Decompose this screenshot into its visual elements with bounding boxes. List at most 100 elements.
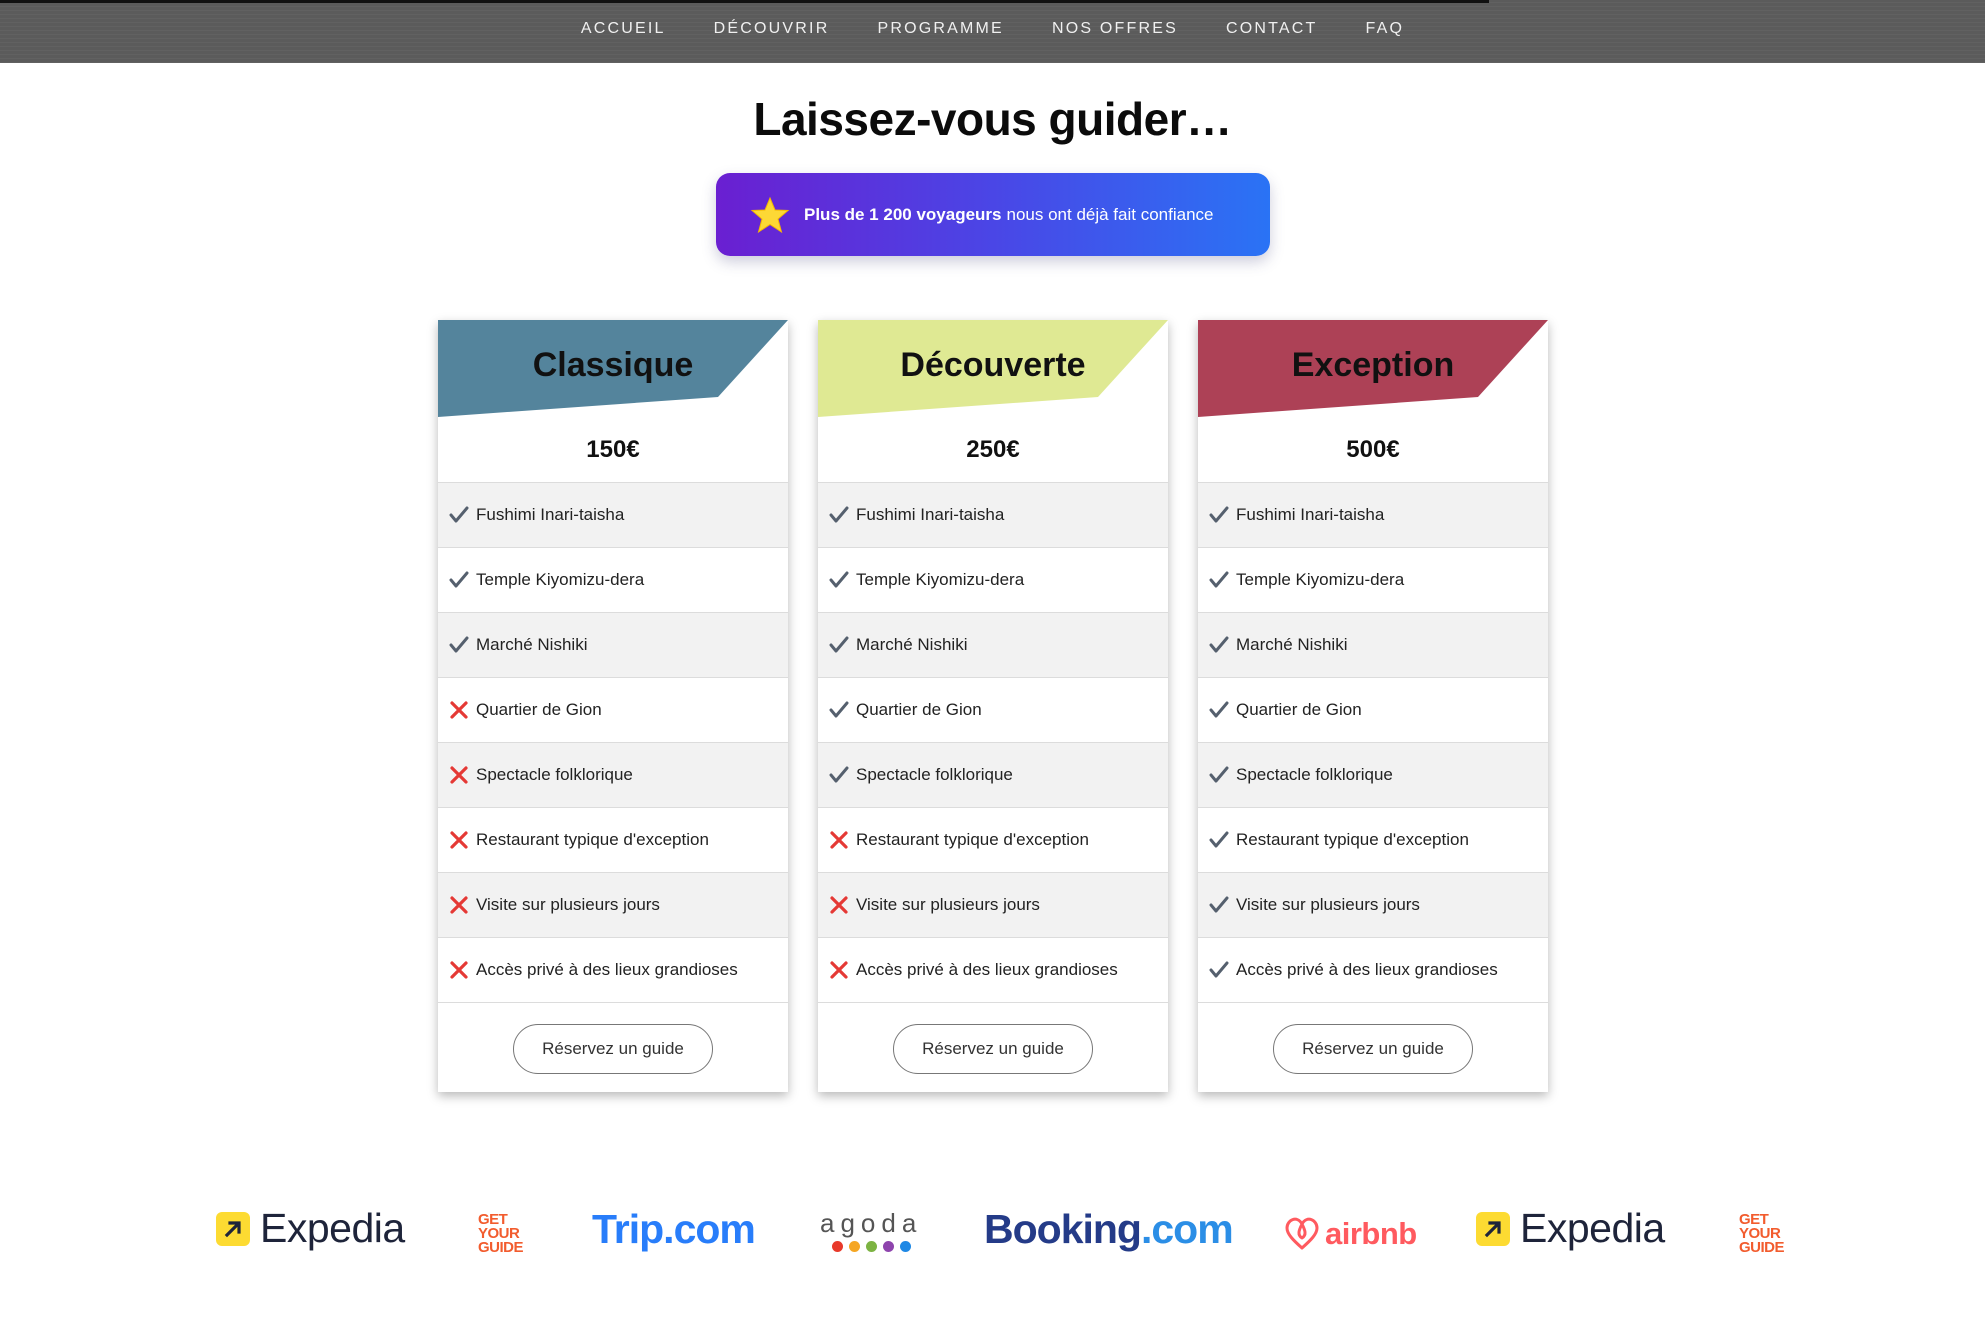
booking-suffix: .com [1140, 1206, 1234, 1252]
feature-row: Accès privé à des lieux grandioses [818, 938, 1168, 1003]
cross-icon [448, 829, 470, 851]
trust-text: nous ont déjà fait confiance [1006, 204, 1214, 224]
feature-row: Spectacle folklorique [818, 743, 1168, 808]
getyourguide-logo: GET YOUR GUIDE [478, 1212, 532, 1256]
feature-label: Spectacle folklorique [476, 765, 633, 784]
nav-item-nos-offres[interactable]: NOS OFFRES [1028, 20, 1202, 38]
feature-row: Restaurant typique d'exception [438, 808, 788, 873]
feature-label: Quartier de Gion [856, 700, 982, 719]
feature-row: Visite sur plusieurs jours [438, 873, 788, 938]
booking-logo: Booking .com [984, 1206, 1234, 1253]
cross-icon [448, 699, 470, 721]
nav-item-accueil[interactable]: ACCUEIL [557, 20, 690, 38]
feature-row: Fushimi Inari-taisha [1198, 483, 1548, 548]
feature-row: Temple Kiyomizu-dera [818, 548, 1168, 613]
airbnb-wordmark: airbnb [1325, 1215, 1417, 1251]
nav-item-faq[interactable]: FAQ [1342, 20, 1429, 38]
check-icon [448, 569, 470, 591]
check-icon [1208, 764, 1230, 786]
feature-label: Accès privé à des lieux grandioses [476, 960, 738, 979]
nav-menu: ACCUEIL DÉCOUVRIR PROGRAMME NOS OFFRES C… [0, 0, 1985, 63]
feature-label: Restaurant typique d'exception [476, 830, 709, 849]
cross-icon [828, 959, 850, 981]
feature-label: Visite sur plusieurs jours [1236, 895, 1420, 914]
feature-label: Accès privé à des lieux grandioses [1236, 960, 1498, 979]
feature-row: Spectacle folklorique [1198, 743, 1548, 808]
nav-item-contact[interactable]: CONTACT [1202, 20, 1342, 38]
feature-label: Quartier de Gion [476, 700, 602, 719]
feature-label: Visite sur plusieurs jours [856, 895, 1040, 914]
arrow-up-right-icon [216, 1211, 250, 1246]
expedia-wordmark: Expedia [1520, 1205, 1665, 1251]
feature-label: Temple Kiyomizu-dera [1236, 570, 1405, 589]
airbnb-logo: airbnb [1283, 1210, 1417, 1257]
card-footer: Réservez un guide [818, 1003, 1168, 1092]
cross-icon [828, 894, 850, 916]
check-icon [828, 569, 850, 591]
feature-row: Quartier de Gion [1198, 678, 1548, 743]
feature-label: Marché Nishiki [476, 635, 588, 654]
feature-row: Fushimi Inari-taisha [818, 483, 1168, 548]
card-header: Découverte [818, 320, 1168, 417]
feature-row: Quartier de Gion [438, 678, 788, 743]
trust-highlight: Plus de 1 200 voyageurs [804, 204, 1002, 224]
feature-label: Temple Kiyomizu-dera [476, 570, 645, 589]
feature-row: Fushimi Inari-taisha [438, 483, 788, 548]
trust-banner: Plus de 1 200 voyageurs nous ont déjà fa… [716, 173, 1270, 256]
feature-row: Visite sur plusieurs jours [1198, 873, 1548, 938]
card-footer: Réservez un guide [438, 1003, 788, 1092]
check-icon [828, 699, 850, 721]
cross-icon [448, 764, 470, 786]
pricing-card: Exception 500€ Fushimi Inari-taisha Temple … [1198, 320, 1548, 1092]
gyg-line: GUIDE [478, 1239, 524, 1256]
agoda-logo: agoda [820, 1208, 922, 1252]
feature-row: Marché Nishiki [1198, 613, 1548, 678]
feature-label: Fushimi Inari-taisha [1236, 505, 1385, 524]
star-icon [750, 195, 790, 235]
card-header: Exception [1198, 320, 1548, 417]
getyourguide-logo: GET YOUR GUIDE [1739, 1212, 1793, 1255]
agoda-dots-icon [831, 1241, 911, 1252]
check-icon [1208, 959, 1230, 981]
feature-label: Accès privé à des lieux grandioses [856, 960, 1118, 979]
expedia-logo: Expedia [216, 1205, 405, 1252]
arrow-up-right-icon [1476, 1211, 1510, 1246]
feature-label: Visite sur plusieurs jours [476, 895, 660, 914]
feature-label: Marché Nishiki [1236, 635, 1348, 654]
feature-label: Fushimi Inari-taisha [476, 505, 625, 524]
plan-price: 500€ [1198, 417, 1548, 483]
cross-icon [828, 829, 850, 851]
check-icon [828, 764, 850, 786]
expedia-logo: Expedia [1476, 1205, 1665, 1252]
trip-wordmark: Trip.com [592, 1206, 756, 1252]
booking-wordmark: Booking [984, 1206, 1142, 1252]
check-icon [1208, 504, 1230, 526]
check-icon [828, 504, 850, 526]
nav-item-decouvrir[interactable]: DÉCOUVRIR [690, 20, 854, 38]
plan-name: Exception [1291, 346, 1455, 384]
feature-row: Accès privé à des lieux grandioses [1198, 938, 1548, 1003]
top-navbar: ACCUEIL DÉCOUVRIR PROGRAMME NOS OFFRES C… [0, 0, 1985, 63]
page-title: Laissez-vous guider… [753, 93, 1232, 145]
feature-label: Fushimi Inari-taisha [856, 505, 1005, 524]
reserve-guide-button[interactable]: Réservez un guide [1273, 1023, 1473, 1074]
feature-row: Marché Nishiki [818, 613, 1168, 678]
plan-price: 150€ [438, 417, 788, 483]
check-icon [1208, 699, 1230, 721]
plan-name: Découverte [900, 346, 1086, 384]
feature-row: Temple Kiyomizu-dera [438, 548, 788, 613]
nav-item-programme[interactable]: PROGRAMME [853, 20, 1027, 38]
reserve-guide-button[interactable]: Réservez un guide [893, 1023, 1093, 1074]
check-icon [1208, 894, 1230, 916]
card-header: Classique [438, 320, 788, 417]
reserve-guide-button[interactable]: Réservez un guide [513, 1023, 713, 1074]
feature-label: Spectacle folklorique [1236, 765, 1393, 784]
feature-row: Marché Nishiki [438, 613, 788, 678]
check-icon [1208, 569, 1230, 591]
card-footer: Réservez un guide [1198, 1003, 1548, 1092]
check-icon [448, 504, 470, 526]
plan-name: Classique [532, 346, 694, 384]
feature-label: Restaurant typique d'exception [1236, 830, 1469, 849]
plan-price: 250€ [818, 417, 1168, 483]
pricing-card: Découverte 250€ Fushimi Inari-taisha Temple… [818, 320, 1168, 1092]
